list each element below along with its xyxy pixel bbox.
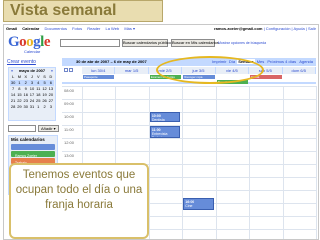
search-options-link[interactable]: Mostrar opciones de búsqueda: [218, 41, 266, 45]
all-day-event[interactable]: Pasaporte: [83, 75, 115, 79]
hour-label: 09:00: [64, 101, 75, 106]
nav-documents[interactable]: Documentos: [45, 26, 67, 31]
hour-row[interactable]: 10:00: [62, 112, 316, 125]
day-column-divider: [182, 86, 184, 239]
tab-agenda[interactable]: Agenda: [298, 59, 314, 64]
callout-text: Tenemos eventos que ocupan todo el día o…: [15, 169, 143, 211]
hour-row[interactable]: 11:00: [62, 125, 316, 138]
mini-day[interactable]: 3: [48, 104, 54, 110]
nav-reader[interactable]: Reader: [87, 26, 100, 31]
logo-subtitle: Calendar: [24, 49, 41, 54]
google-calendar-logo[interactable]: Google Calendar: [8, 35, 54, 55]
add-calendar-input[interactable]: [8, 125, 36, 132]
mini-prev-month-icon[interactable]: «: [11, 68, 13, 74]
calendar-list-item[interactable]: Ramos Zoeier: [11, 144, 55, 158]
week-nav-arrows: [64, 59, 74, 72]
create-event-link[interactable]: Crear evento: [7, 59, 36, 65]
search-public-calendars-button[interactable]: Buscar calendarios públicos: [122, 39, 173, 47]
mini-calendar-title: mayo de 2007: [18, 68, 46, 73]
day-header[interactable]: lun 30/4: [82, 67, 116, 74]
slide-title: Vista semanal: [10, 2, 117, 19]
nav-photos[interactable]: Fotos: [72, 26, 82, 31]
timed-event[interactable]: 16:00 Cine: [183, 198, 214, 210]
timed-event[interactable]: 10:00 Dentista: [149, 112, 181, 122]
day-column-divider: [282, 86, 284, 239]
timed-event[interactable]: 11:00 Entrevista Trabajo: [149, 126, 181, 138]
hour-row[interactable]: 08:00: [62, 86, 316, 99]
day-column-divider: [316, 86, 317, 239]
slide-title-box: Vista semanal: [3, 0, 163, 22]
logo-wordmark: Google: [8, 34, 51, 50]
mini-next-month-icon[interactable]: »: [51, 68, 53, 74]
day-column-divider: [249, 86, 251, 239]
event-title: Dentista: [151, 118, 165, 122]
mini-calendar-grid: L M X J V S D 30 1 2 3 4 5 6 7 8 9 10 11 12 13 14 15 16 17 18 19 20…: [9, 74, 55, 110]
date-range: 30 de abr de 2007 – 6 de may de 2007: [76, 59, 147, 64]
event-title: Entrevista Trabajo: [151, 132, 168, 138]
hour-label: 12:00: [64, 140, 75, 145]
day-header[interactable]: mar 1/5: [115, 67, 149, 74]
all-day-highlight-oval: [156, 56, 264, 84]
account-email: ramos.zoeier@gmail.com: [214, 26, 263, 31]
hour-label: 08:00: [64, 88, 75, 93]
search-my-calendars-button[interactable]: Buscar en Mis calendarios: [171, 39, 219, 47]
tab-next-4-days[interactable]: Próximos 4 días: [266, 59, 297, 64]
my-calendars-header[interactable]: Mis calendarios: [9, 136, 57, 143]
day-header[interactable]: dom 6/5: [282, 67, 316, 74]
hour-label: 10:00: [64, 114, 75, 119]
mini-calendar: « mayo de 2007 » L M X J V S D 30 1 2 3 4 5 6 7 8 9 10 11 1…: [8, 67, 56, 121]
day-column-divider: [215, 86, 217, 239]
account-links: ramos.zoeier@gmail.com | Configuración |…: [214, 26, 316, 31]
hour-label: 11:00: [64, 127, 74, 132]
callout-box: Tenemos eventos que ocupan todo el día o…: [9, 163, 149, 239]
nav-gmail[interactable]: Gmail: [6, 26, 17, 31]
nav-web[interactable]: La Web: [105, 26, 119, 31]
search-input[interactable]: [60, 39, 120, 47]
account-menu-links[interactable]: | Configuración | Ayuda | Salir: [264, 26, 316, 31]
hour-row[interactable]: 09:00: [62, 99, 316, 112]
hour-row[interactable]: 12:00: [62, 138, 316, 151]
hour-label: 13:00: [64, 153, 75, 158]
event-title: Cine: [185, 204, 193, 208]
nav-calendar[interactable]: Calendar: [22, 26, 39, 31]
add-calendar-button[interactable]: Añadir: [38, 125, 59, 132]
nav-more[interactable]: Más ▾: [124, 26, 135, 31]
